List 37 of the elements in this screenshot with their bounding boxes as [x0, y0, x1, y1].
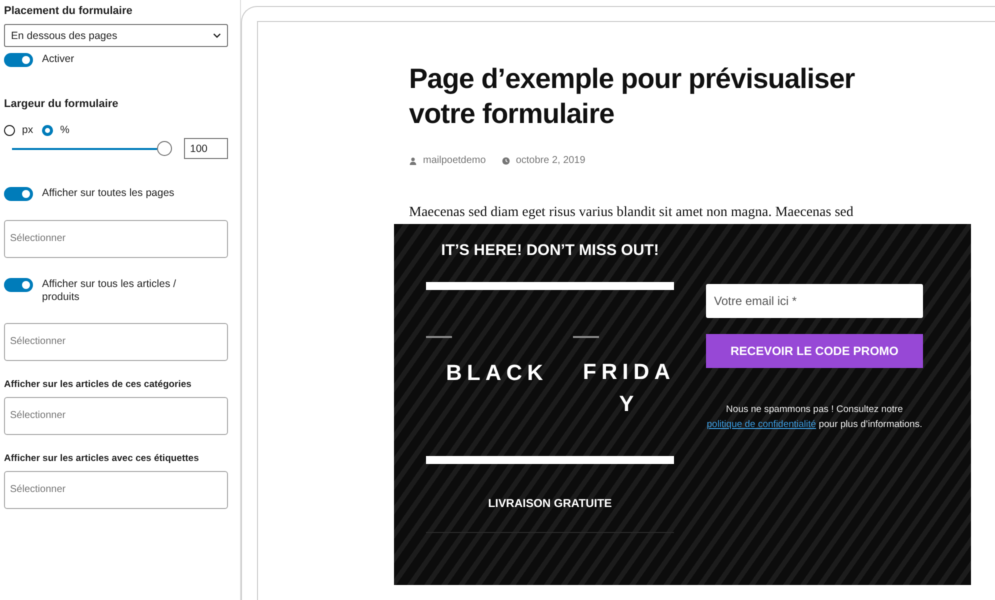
- radio-button[interactable]: [42, 124, 54, 136]
- token-field[interactable]: Sélectionner: [4, 323, 228, 361]
- first-word: BLACK: [446, 360, 548, 386]
- chevron-down-icon: [213, 33, 221, 38]
- width-input[interactable]: 100: [184, 138, 228, 159]
- token-field[interactable]: Sélectionner: [4, 471, 228, 509]
- section-heading: Largeur du formulaire: [4, 98, 120, 110]
- popup-heading: IT’S HERE! DON’T MISS OUT!: [440, 242, 660, 260]
- author-name[interactable]: mailpoetdemo: [423, 155, 486, 166]
- email-field[interactable]: Votre email ici *: [706, 284, 923, 318]
- radio-label: px: [22, 124, 34, 136]
- privacy-link[interactable]: politique de confidentialité: [706, 419, 816, 430]
- page-title: Page d’exemple pour prévisualiser votre formulaire: [409, 62, 856, 131]
- field-label: Afficher sur les articles avec ces étiquettes: [4, 453, 200, 464]
- toggle-switch[interactable]: [4, 187, 33, 201]
- toggle-switch[interactable]: [4, 53, 33, 67]
- post-date[interactable]: octobre 2, 2019: [516, 155, 586, 166]
- token-field[interactable]: Sélectionner: [4, 397, 228, 435]
- toggle-label: Afficher sur toutes les pages: [42, 187, 174, 200]
- clock-icon: [502, 156, 510, 164]
- field-label: Afficher sur les articles de ces catégories: [4, 379, 192, 390]
- radio-button[interactable]: [4, 124, 15, 136]
- privacy-note: Nous ne spammons pas ! Consultez notre politique de confidentialité pour plus d’informations.: [706, 403, 923, 432]
- promo-code-button[interactable]: RECEVOIR LE CODE PROMO: [706, 334, 923, 368]
- token-field[interactable]: Sélectionner: [4, 220, 228, 258]
- toggle-label: Afficher sur tous les articles / produits: [42, 278, 178, 304]
- toggle-label: Activer: [42, 53, 74, 66]
- person-icon: [409, 156, 417, 164]
- radio-label: %: [60, 124, 70, 136]
- free-shipping-text: LIVRAISON GRATUITE: [487, 498, 613, 510]
- body-paragraph: Maecenas sed diam eget risus varius blandit sit amet non magna. Maecenas sed: [409, 205, 854, 221]
- select-value: En dessous des pages: [11, 30, 118, 42]
- toggle-switch[interactable]: [4, 278, 33, 292]
- second-word: FRIDAY: [582, 358, 676, 418]
- slider-thumb[interactable]: [157, 140, 172, 156]
- placement-select[interactable]: En dessous des pages: [4, 24, 228, 47]
- section-heading: Placement du formulaire: [4, 5, 134, 17]
